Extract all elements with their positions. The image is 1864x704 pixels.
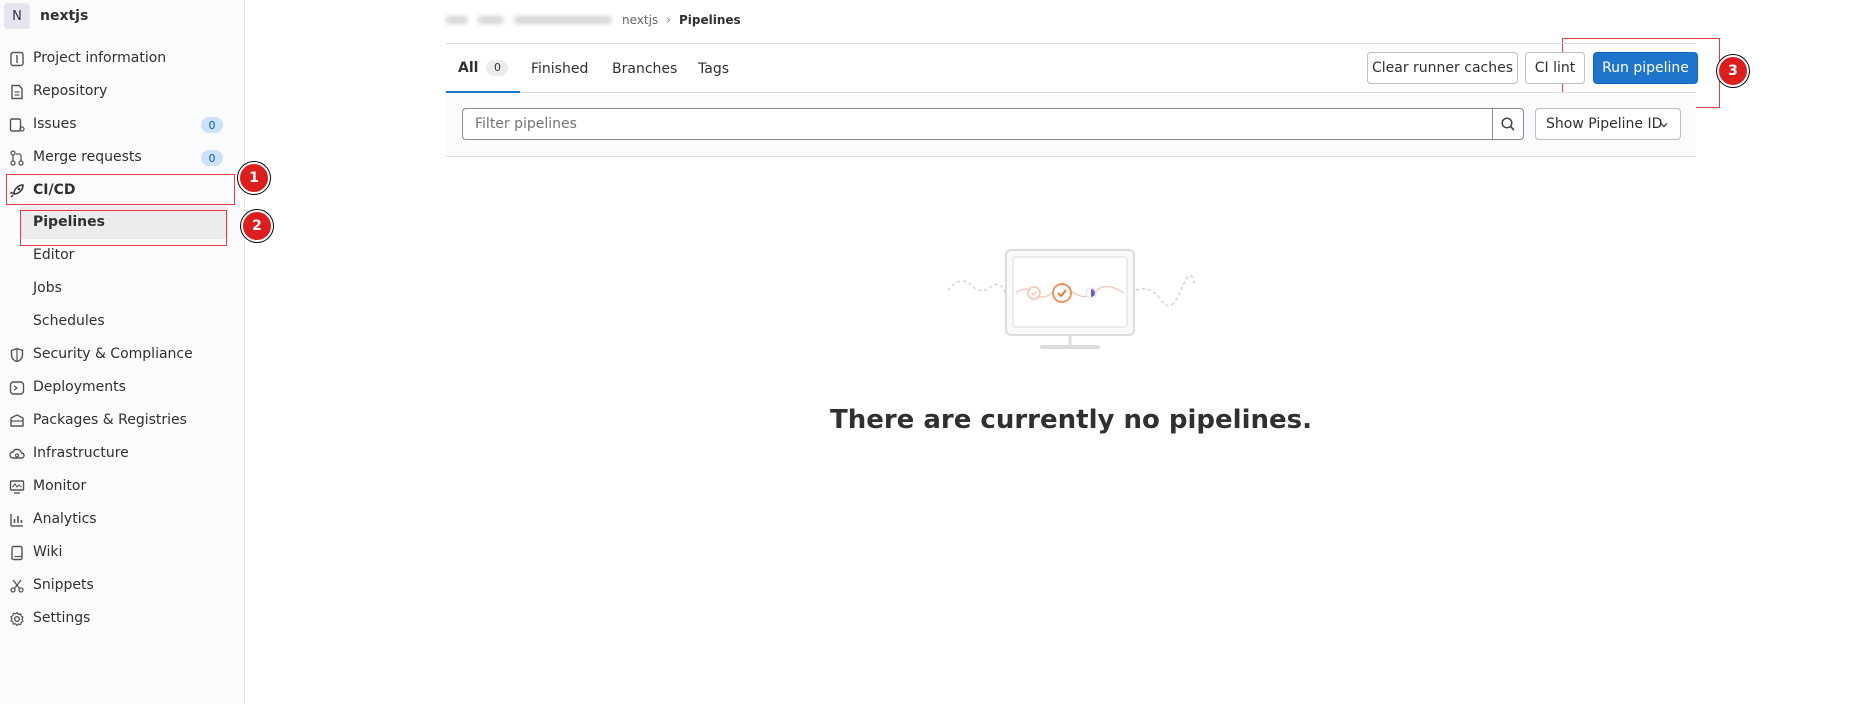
sidebar-item-label: Merge requests	[33, 149, 142, 165]
ci-lint-button[interactable]: CI lint	[1525, 52, 1585, 84]
project-avatar[interactable]: N	[4, 3, 30, 29]
tab-all-count: 0	[486, 59, 509, 76]
sidebar-item-label: Analytics	[33, 511, 97, 527]
dropdown-label: Show Pipeline ID	[1546, 116, 1663, 132]
sidebar-item-label: Project information	[33, 50, 167, 66]
sidebar-item-label: Deployments	[33, 379, 126, 395]
sidebar-item-label: Settings	[33, 610, 91, 626]
empty-pipelines-illustration	[947, 249, 1195, 349]
sidebar-item-label: Wiki	[33, 544, 63, 560]
shield-icon	[10, 347, 24, 363]
annotation-marker-2: 2	[241, 210, 273, 242]
redacted-breadcrumb-segment	[478, 16, 504, 24]
project-header[interactable]: N nextjs	[0, 0, 245, 34]
annotation-box-2	[20, 210, 227, 246]
annotation-marker-1: 1	[238, 162, 270, 194]
sidebar-item-label: Monitor	[33, 478, 87, 494]
sidebar-item-packages-registries[interactable]: Packages & Registries	[0, 404, 245, 437]
sidebar-item-analytics[interactable]: Analytics	[0, 503, 245, 536]
tab-label: Tags	[698, 60, 729, 77]
empty-state-title: There are currently no pipelines.	[829, 405, 1312, 435]
show-pipeline-id-dropdown[interactable]: Show Pipeline ID	[1535, 108, 1681, 140]
tab-finished[interactable]: Finished	[531, 44, 588, 93]
sidebar-item-infrastructure[interactable]: Infrastructure	[0, 437, 245, 470]
chart-icon	[10, 514, 23, 527]
chevron-right-icon: ›	[666, 13, 671, 27]
pipelines-tabs-bar: All 0 Finished Branches Tags Clear runne…	[446, 43, 1698, 93]
merge-requests-count-badge: 0	[201, 150, 223, 166]
sidebar-item-deployments[interactable]: Deployments	[0, 371, 245, 404]
sidebar-item-repository[interactable]: Repository	[0, 75, 245, 108]
sidebar-item-label: Snippets	[33, 577, 94, 593]
issues-count-badge: 0	[201, 117, 223, 133]
tab-label: Branches	[612, 60, 678, 77]
redacted-breadcrumb-segment	[514, 16, 612, 24]
breadcrumb-project[interactable]: nextjs	[622, 13, 658, 27]
package-icon	[10, 414, 24, 427]
sidebar-item-settings[interactable]: Settings	[0, 602, 245, 635]
sidebar-subitem-label: Jobs	[33, 280, 62, 296]
search-icon	[1501, 117, 1515, 131]
run-pipeline-button[interactable]: Run pipeline	[1593, 52, 1698, 84]
sidebar-item-security-compliance[interactable]: Security & Compliance	[0, 338, 245, 371]
scissors-icon	[10, 579, 24, 593]
tab-all[interactable]: All 0	[446, 44, 521, 93]
filter-bar: Show Pipeline ID	[446, 93, 1696, 157]
sidebar-item-project-information[interactable]: Project information	[0, 42, 245, 75]
clear-runner-caches-button[interactable]: Clear runner caches	[1367, 52, 1518, 84]
filter-pipelines-input[interactable]	[462, 108, 1492, 140]
sidebar-item-label: Issues	[33, 116, 77, 132]
sidebar-item-label: Repository	[33, 83, 108, 99]
issues-icon	[9, 118, 25, 132]
book-icon	[11, 545, 23, 561]
info-icon	[10, 51, 24, 67]
sidebar-subitem-jobs[interactable]: Jobs	[0, 272, 245, 305]
chevron-down-icon	[1660, 123, 1668, 128]
annotation-marker-3: 3	[1717, 55, 1749, 87]
document-icon	[11, 84, 23, 100]
sidebar-item-label: Security & Compliance	[33, 346, 193, 362]
search-button[interactable]	[1492, 108, 1524, 140]
sidebar-item-monitor[interactable]: Monitor	[0, 470, 245, 503]
deployments-icon	[9, 381, 25, 395]
gear-icon	[10, 611, 24, 627]
sidebar: N nextjs Project information Repository …	[0, 0, 245, 704]
tab-tags[interactable]: Tags	[698, 44, 729, 93]
project-name[interactable]: nextjs	[40, 8, 88, 24]
monitor-icon	[9, 480, 25, 494]
tab-label: Finished	[531, 60, 589, 77]
breadcrumb-current[interactable]: Pipelines	[679, 13, 741, 27]
sidebar-subitem-schedules[interactable]: Schedules	[0, 305, 245, 338]
sidebar-item-label: Packages & Registries	[33, 412, 187, 428]
tab-label: All	[458, 59, 479, 76]
sidebar-item-merge-requests[interactable]: Merge requests 0	[0, 141, 245, 174]
sidebar-item-label: Infrastructure	[33, 445, 129, 461]
merge-request-icon	[10, 150, 24, 166]
sidebar-subitem-label: Schedules	[33, 313, 105, 329]
sidebar-item-snippets[interactable]: Snippets	[0, 569, 245, 602]
sidebar-item-wiki[interactable]: Wiki	[0, 536, 245, 569]
breadcrumb: nextjs › Pipelines	[446, 11, 741, 29]
cloud-gear-icon	[9, 448, 25, 459]
tab-branches[interactable]: Branches	[612, 44, 677, 93]
redacted-breadcrumb-segment	[446, 16, 468, 24]
annotation-box-1	[6, 174, 235, 205]
sidebar-subitem-label: Editor	[33, 247, 75, 263]
sidebar-item-issues[interactable]: Issues 0	[0, 108, 245, 141]
